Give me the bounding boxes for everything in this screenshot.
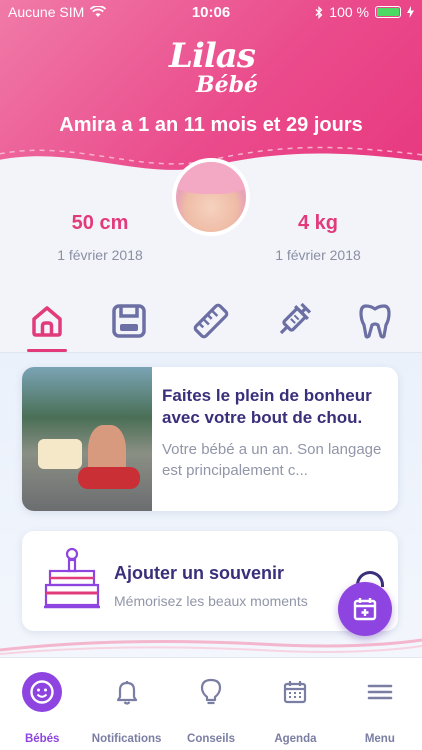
tabbar-item-notifications[interactable]: Notifications xyxy=(84,658,168,750)
battery-icon xyxy=(375,6,401,18)
scale-icon xyxy=(112,304,146,338)
status-bar: Aucune SIM 10:06 100 % xyxy=(0,0,422,24)
logo-line2: Bébé xyxy=(196,72,258,98)
carrier-label: Aucune SIM xyxy=(8,4,85,20)
tabbar-item-babies[interactable]: Bébés xyxy=(0,658,84,750)
baby-age: Amira a 1 an 11 mois et 29 jours xyxy=(59,114,363,136)
content-area: Faites le plein de bonheur avec votre bo… xyxy=(0,352,422,657)
app-logo: Lilas Bébé xyxy=(162,38,262,104)
bell-icon xyxy=(116,681,137,705)
weight-date: 1 février 2018 xyxy=(275,247,361,263)
clock: 10:06 xyxy=(191,3,231,21)
memory-title: Ajouter un souvenir xyxy=(114,563,285,583)
weight-value: 4 kg xyxy=(297,212,339,234)
tabbar-label-agenda: Agenda xyxy=(274,733,317,745)
tooth-icon xyxy=(359,304,391,339)
height-date: 1 février 2018 xyxy=(57,247,143,263)
logo-line1: Lilas xyxy=(169,36,256,76)
weight-measure[interactable]: 4 kg 1 février 2018 xyxy=(218,212,418,263)
tab-vaccines[interactable] xyxy=(268,296,318,346)
home-icon xyxy=(32,306,62,337)
tabbar-label-menu: Menu xyxy=(364,733,395,745)
article-description: Votre bébé a un an. Son langage est prin… xyxy=(162,441,382,479)
tab-height[interactable] xyxy=(186,296,236,346)
tabbar-item-tips[interactable]: Conseils xyxy=(169,658,253,750)
tabbar-item-agenda[interactable]: Agenda xyxy=(253,658,337,750)
syringe-icon xyxy=(279,302,312,335)
bluetooth-icon xyxy=(315,5,323,19)
birthday-cake-icon xyxy=(44,547,100,609)
ruler-icon xyxy=(193,303,229,339)
menu-icon xyxy=(367,684,393,700)
calendar-icon xyxy=(284,681,307,704)
battery-percent: 100 % xyxy=(329,4,369,20)
tabbar-label-tips: Conseils xyxy=(187,733,235,745)
tab-home[interactable] xyxy=(22,296,72,352)
tabbar-item-menu[interactable]: Menu xyxy=(338,658,422,750)
calendar-add-icon xyxy=(353,598,377,621)
charging-icon xyxy=(407,6,414,18)
baby-face-icon xyxy=(30,680,54,704)
height-measure[interactable]: 50 cm 1 février 2018 xyxy=(0,212,200,263)
bottom-tab-bar: Bébés Notifications Conseils Agenda Menu xyxy=(0,657,422,750)
tabbar-label-babies: Bébés xyxy=(24,733,60,745)
height-value: 50 cm xyxy=(71,212,129,234)
lightbulb-icon xyxy=(200,678,222,705)
article-photo xyxy=(22,367,152,511)
wifi-icon xyxy=(90,6,107,17)
add-event-button[interactable] xyxy=(338,582,392,636)
article-card[interactable]: Faites le plein de bonheur avec votre bo… xyxy=(22,367,398,511)
memory-subtitle: Mémorisez les beaux moments xyxy=(114,593,308,609)
article-title: Faites le plein de bonheur avec votre bo… xyxy=(162,386,372,427)
category-tabs xyxy=(0,296,422,352)
content-wave xyxy=(0,638,422,655)
tab-weight[interactable] xyxy=(104,296,154,346)
tab-teeth[interactable] xyxy=(350,296,400,346)
tabbar-label-notifications: Notifications xyxy=(91,733,162,745)
